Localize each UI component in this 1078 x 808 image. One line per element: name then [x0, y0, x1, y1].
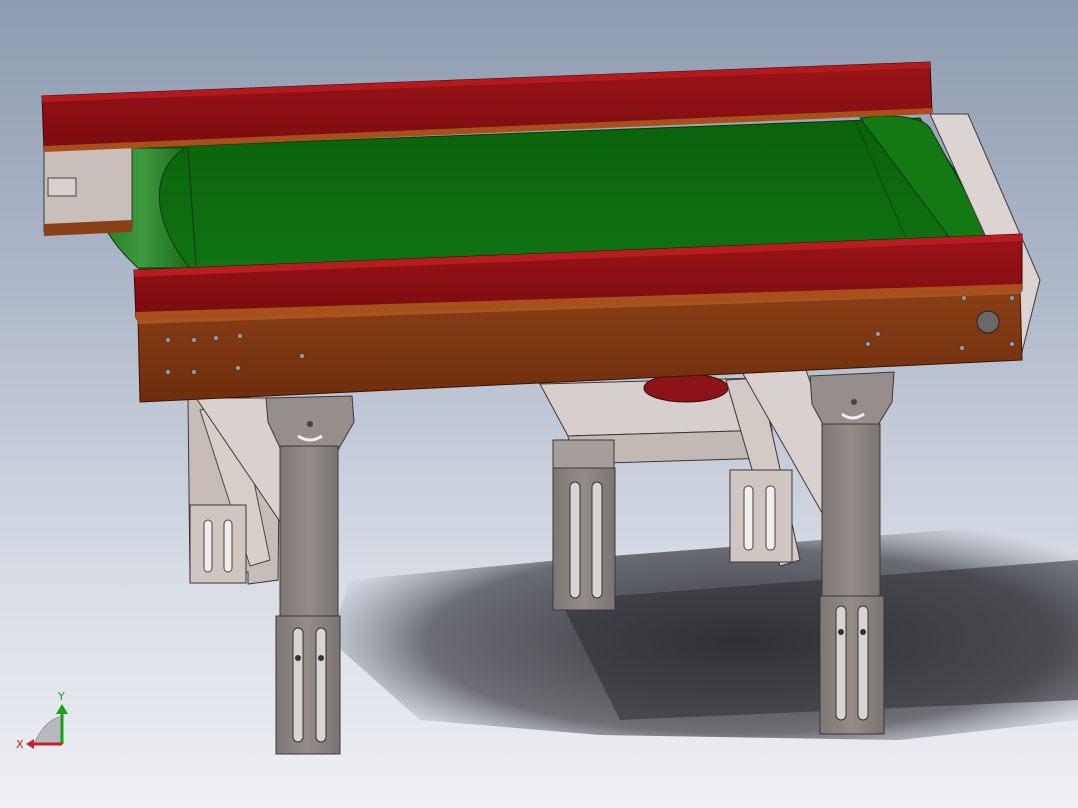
- middle-leg-left: [552, 439, 616, 611]
- ground-shadow: [330, 520, 1078, 740]
- back-side-frame: [43, 145, 133, 236]
- cad-graphics-viewport[interactable]: Y X: [0, 0, 1078, 808]
- conveyor-model-view[interactable]: [0, 0, 1078, 808]
